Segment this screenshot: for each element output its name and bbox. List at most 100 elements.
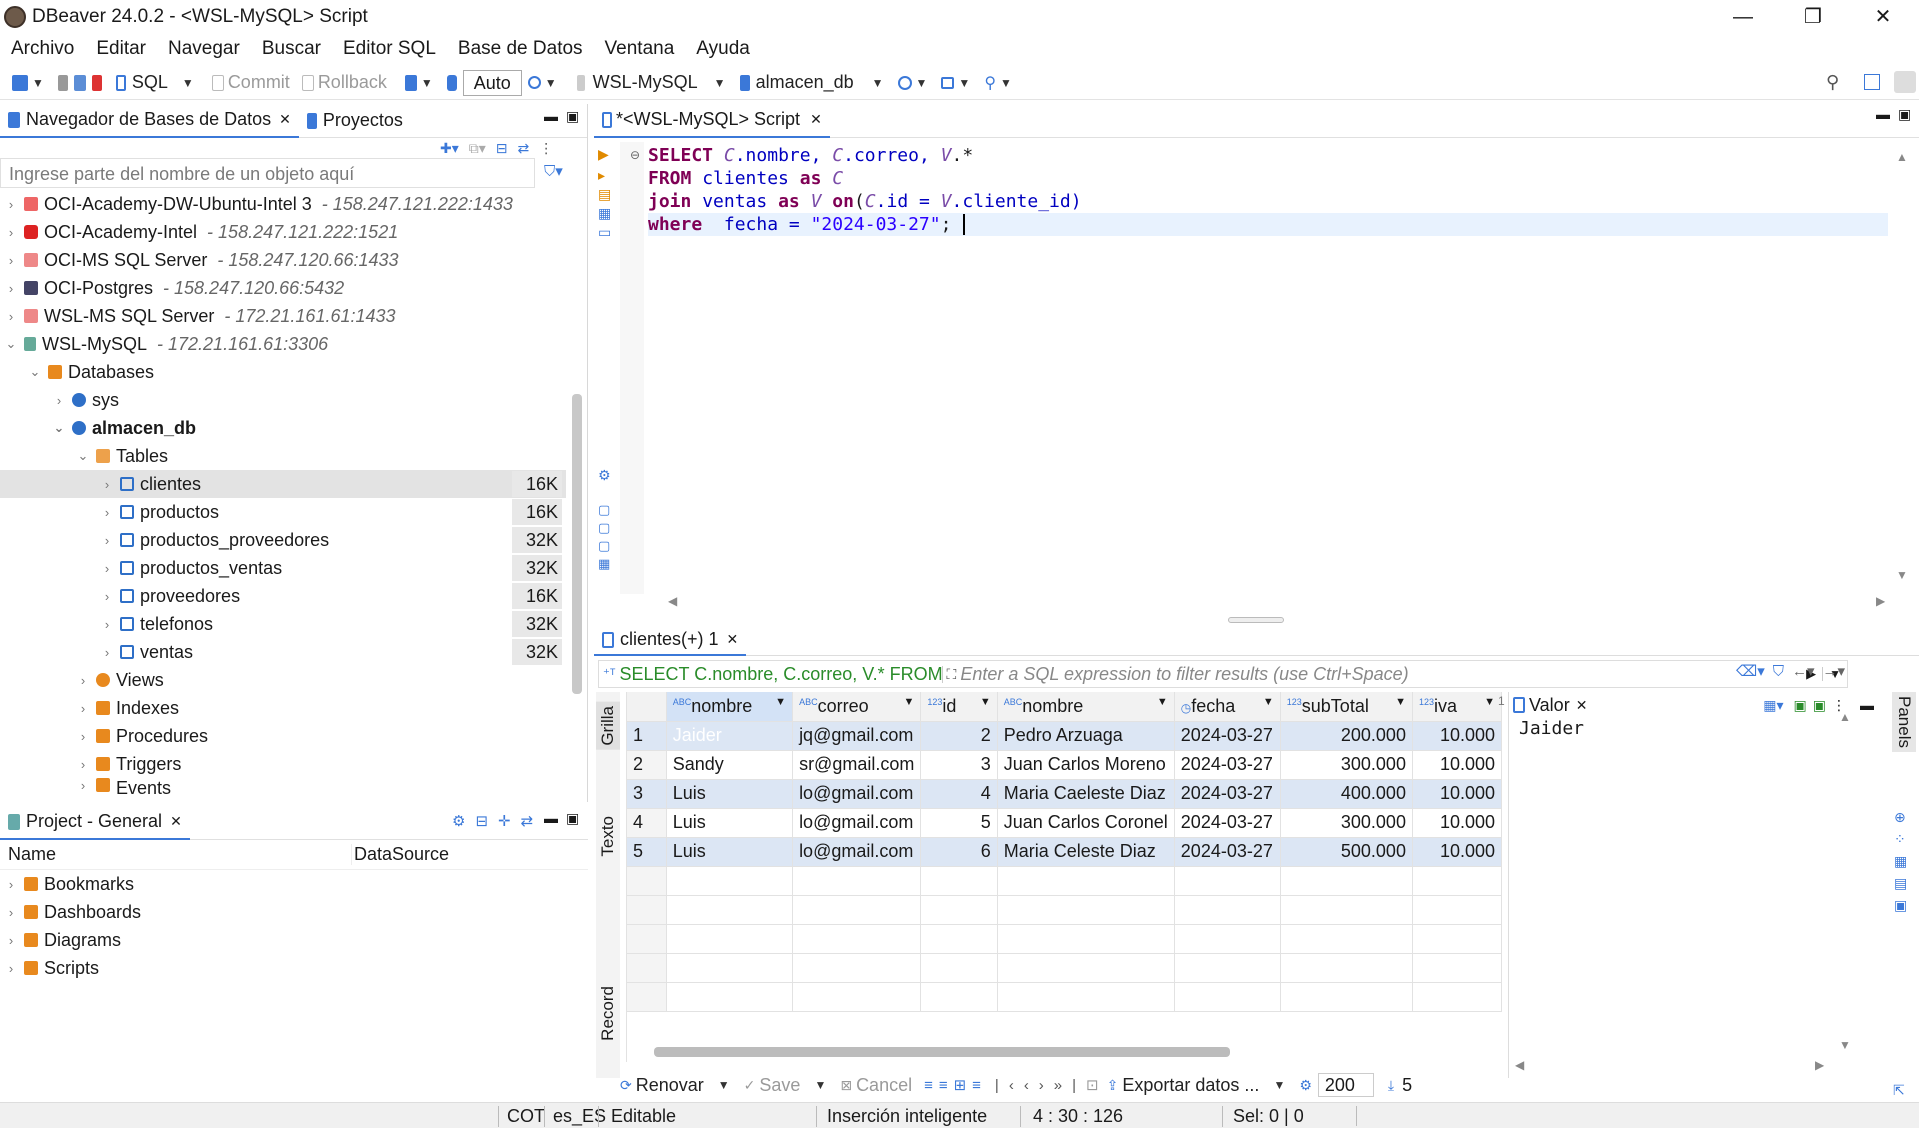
column-header-nombre[interactable]: ABCnombre ▼ bbox=[666, 692, 794, 722]
fetch-all-icon[interactable]: ⤓ bbox=[1388, 1077, 1394, 1094]
project-item-diagrams[interactable]: › Diagrams bbox=[0, 926, 588, 954]
project-item-bookmarks[interactable]: › Bookmarks bbox=[0, 870, 588, 898]
value-text[interactable]: Jaider bbox=[1509, 718, 1880, 1048]
tree-item-table[interactable]: › productos_ventas 32K bbox=[0, 554, 566, 582]
row-edit-icons[interactable]: ≡≡⊞≡ bbox=[924, 1076, 987, 1094]
menu-ventana[interactable]: Ventana bbox=[605, 38, 675, 60]
settings-icon[interactable]: ⚙ bbox=[598, 467, 616, 484]
value-viewer-icon[interactable]: ▣ bbox=[1894, 894, 1907, 916]
grid-view-tab[interactable]: Grilla bbox=[596, 702, 620, 750]
terminal-icon[interactable]: ▭ bbox=[598, 224, 616, 241]
panel-maximize-icon[interactable]: ⇱ bbox=[1893, 1082, 1905, 1099]
selected-cell[interactable]: Jaider bbox=[666, 721, 794, 751]
tree-item-views[interactable]: › Views bbox=[0, 666, 566, 694]
column-header-nombre-venta[interactable]: ABCnombre ▼ bbox=[997, 692, 1175, 722]
column-datasource[interactable]: DataSource bbox=[352, 844, 449, 865]
minimize-panel-icon[interactable]: ▬ bbox=[1860, 697, 1874, 713]
tree-item-connection-wsl-mysql[interactable]: ⌄ WSL-MySQL - 172.21.161.61:3306 bbox=[0, 330, 566, 358]
dashboard-button[interactable]: ▼ bbox=[897, 75, 936, 90]
sql-editor-button[interactable]: SQL ▼ bbox=[115, 72, 202, 93]
minimize-panel-icon[interactable]: ▬ bbox=[544, 810, 558, 826]
calculator-icon[interactable]: ⊕ bbox=[1894, 806, 1907, 828]
fold-icon[interactable]: ⊖ bbox=[630, 148, 644, 162]
grouping-icon[interactable]: ⁘ bbox=[1894, 828, 1907, 850]
tree-item-tables[interactable]: ⌄ Tables bbox=[0, 442, 566, 470]
view-menu-icon[interactable]: ⋮ bbox=[539, 140, 553, 157]
filter-icon[interactable]: ⛉▾ bbox=[544, 162, 563, 180]
maximize-panel-icon[interactable]: ▣ bbox=[566, 810, 579, 827]
commit-button[interactable]: Commit bbox=[211, 72, 290, 93]
tab-results-clientes[interactable]: clientes(+) 1 ✕ bbox=[594, 625, 747, 656]
scroll-up-icon[interactable]: ▲ bbox=[1839, 710, 1851, 724]
menu-archivo[interactable]: Archivo bbox=[11, 38, 74, 60]
column-name[interactable]: Name bbox=[0, 844, 352, 865]
menu-navegar[interactable]: Navegar bbox=[168, 38, 240, 60]
link-editor-icon[interactable]: ⧉▾ bbox=[469, 140, 486, 157]
column-header-id[interactable]: 123id ▼ bbox=[920, 692, 998, 722]
maximize-panel-icon[interactable]: ▣ bbox=[1898, 106, 1911, 123]
tree-item-connection[interactable]: › OCI-Academy-Intel - 158.247.121.222:1521 bbox=[0, 218, 566, 246]
back-icon[interactable]: ←▾ bbox=[1792, 662, 1815, 680]
navigator-filter-input[interactable]: Ingrese parte del nombre de un objeto aq… bbox=[0, 158, 535, 188]
column-header-correo[interactable]: ABCcorreo ▼ bbox=[792, 692, 922, 722]
minimize-panel-icon[interactable]: ▬ bbox=[1876, 106, 1890, 122]
disconnect-all-button[interactable] bbox=[91, 74, 102, 91]
tools-button[interactable]: ▼ bbox=[941, 76, 978, 90]
close-tab-icon[interactable]: ✕ bbox=[810, 111, 822, 128]
tree-item-almacen-db[interactable]: ⌄ almacen_db bbox=[0, 414, 566, 442]
save-button[interactable]: ✓ Save ▼ bbox=[744, 1075, 835, 1096]
project-item-scripts[interactable]: › Scripts bbox=[0, 954, 588, 982]
grid-horizontal-scrollbar[interactable] bbox=[654, 1047, 1230, 1057]
dbeaver-perspective-icon[interactable] bbox=[1894, 71, 1916, 93]
tree-item-table[interactable]: › productos_proveedores 32K bbox=[0, 526, 566, 554]
tree-item-procedures[interactable]: › Procedures bbox=[0, 722, 566, 750]
tree-item-indexes[interactable]: › Indexes bbox=[0, 694, 566, 722]
menu-ayuda[interactable]: Ayuda bbox=[696, 38, 750, 60]
scroll-down-icon[interactable]: ▼ bbox=[1839, 1038, 1851, 1052]
results-filter-input[interactable]: Enter a SQL expression to filter results… bbox=[960, 664, 1800, 685]
auto-apply-icon[interactable]: ▣ bbox=[1813, 697, 1826, 714]
add-icon[interactable]: ✛ bbox=[498, 812, 511, 830]
metadata-icon[interactable]: ▤ bbox=[1894, 872, 1907, 894]
disconnect-button[interactable] bbox=[57, 74, 68, 91]
rollback-button[interactable]: Rollback bbox=[301, 72, 387, 93]
history-button[interactable]: ▼ bbox=[527, 76, 565, 90]
export-data-button[interactable]: ⇪ Exportar datos ... ▼ bbox=[1107, 1075, 1294, 1096]
expand-filter-icon[interactable]: ⛶ bbox=[941, 665, 961, 683]
tree-item-table[interactable]: › telefonos 32K bbox=[0, 610, 566, 638]
outline-icon[interactable]: ▢ bbox=[598, 538, 616, 554]
column-header-fecha[interactable]: ◷fecha ▼ bbox=[1174, 692, 1281, 722]
eraser-icon[interactable]: ⌫▾ bbox=[1736, 662, 1765, 680]
invalidate-button[interactable] bbox=[73, 74, 86, 91]
refresh-button[interactable]: ⟳ Renovar ▼ bbox=[620, 1075, 738, 1096]
filter-icon[interactable]: ⛉ bbox=[1773, 663, 1784, 680]
navigator-scrollbar[interactable] bbox=[572, 394, 582, 694]
fetch-size-input[interactable]: 200 bbox=[1317, 1073, 1374, 1097]
search-db-button[interactable]: ⚲ ▼ bbox=[984, 73, 1020, 93]
tree-item-table[interactable]: › productos 16K bbox=[0, 498, 566, 526]
explain-plan-icon[interactable]: ▦ bbox=[598, 205, 616, 222]
execute-statement-icon[interactable]: ▶ bbox=[598, 146, 616, 163]
maximize-panel-icon[interactable]: ▣ bbox=[566, 108, 579, 125]
tree-item-connection[interactable]: › OCI-MS SQL Server - 158.247.120.66:1433 bbox=[0, 246, 566, 274]
column-header-subtotal[interactable]: 123subTotal ▼ bbox=[1280, 692, 1413, 722]
save-value-icon[interactable]: ▣ bbox=[1794, 697, 1807, 714]
tab-sql-script[interactable]: *<WSL-MySQL> Script ✕ bbox=[594, 103, 830, 138]
collapse-icon[interactable]: ⊟ bbox=[475, 812, 488, 830]
record-view-tab[interactable]: Record bbox=[596, 982, 620, 1045]
forward-icon[interactable]: →▾ bbox=[1823, 662, 1846, 680]
pagination-icons[interactable]: |‹‹›»| bbox=[995, 1077, 1086, 1094]
auto-commit-toggle[interactable]: Auto bbox=[462, 69, 522, 96]
tab-project-general[interactable]: Project - General ✕ bbox=[0, 805, 190, 840]
execute-in-new-tab-icon[interactable]: ▸ bbox=[598, 167, 616, 184]
scroll-up-icon[interactable]: ▲ bbox=[1896, 150, 1908, 164]
format-icon[interactable]: ▢ bbox=[598, 502, 616, 518]
lock-button[interactable] bbox=[446, 74, 457, 91]
minimize-panel-icon[interactable]: ▬ bbox=[544, 108, 558, 124]
splitter-handle[interactable] bbox=[1228, 617, 1284, 623]
transaction-mode-button[interactable]: ▼ bbox=[404, 74, 441, 91]
close-button[interactable]: ✕ bbox=[1855, 2, 1911, 32]
tree-item-table[interactable]: › proveedores 16K bbox=[0, 582, 566, 610]
content-viewer-icon[interactable]: ▦▾ bbox=[1763, 697, 1783, 714]
panel-toggle-icon[interactable]: ⊡ bbox=[1086, 1076, 1099, 1094]
